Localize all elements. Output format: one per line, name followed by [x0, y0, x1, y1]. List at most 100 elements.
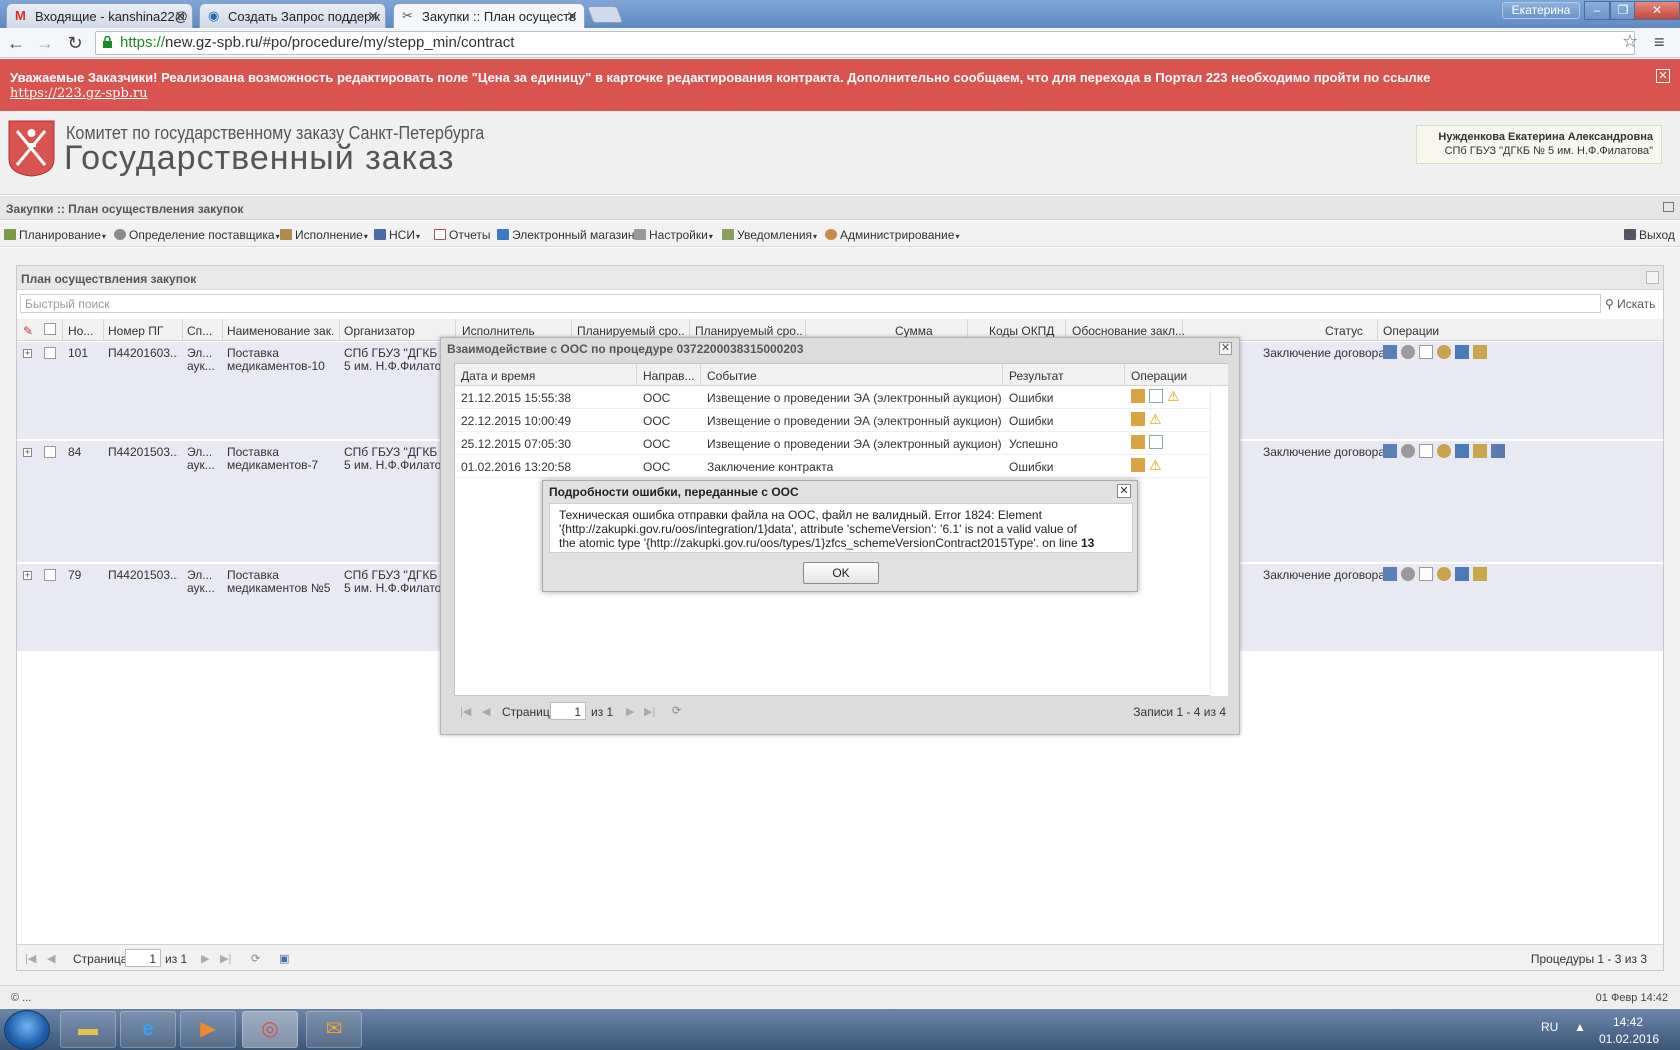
- warning-icon[interactable]: ⚠: [1149, 412, 1162, 426]
- language-indicator[interactable]: RU: [1541, 1020, 1558, 1034]
- package-icon[interactable]: [1131, 412, 1145, 426]
- chart-icon[interactable]: [1383, 345, 1397, 359]
- browser-tab-gmail[interactable]: M Входящие - kanshina22@ ✕: [6, 3, 193, 28]
- profile-button[interactable]: Екатерина: [1502, 2, 1580, 19]
- start-button[interactable]: [4, 1010, 50, 1050]
- emblem-icon[interactable]: [1437, 345, 1451, 359]
- books-icon[interactable]: [1491, 444, 1505, 458]
- document-icon[interactable]: [1419, 567, 1433, 581]
- package-icon[interactable]: [1131, 458, 1145, 472]
- document-icon[interactable]: [1419, 345, 1433, 359]
- close-icon[interactable]: ✕: [1219, 342, 1232, 355]
- media-player-icon[interactable]: ▶: [180, 1011, 236, 1048]
- close-tab-icon[interactable]: ✕: [566, 8, 578, 25]
- document-icon[interactable]: [1149, 389, 1163, 403]
- browser-tab-active[interactable]: ✂ Закупки :: План осуществ ✕: [393, 3, 585, 28]
- first-page-icon[interactable]: |◀: [460, 705, 471, 718]
- clock-date[interactable]: 01.02.2016: [1599, 1032, 1659, 1046]
- menu-supplier[interactable]: Определение поставщика▾: [114, 228, 280, 242]
- last-page-icon[interactable]: ▶|: [644, 705, 655, 718]
- next-page-icon[interactable]: ▶: [201, 952, 209, 965]
- scrollbar[interactable]: [1210, 386, 1228, 696]
- col-name[interactable]: Наименование зак...: [227, 324, 335, 338]
- scroll-icon[interactable]: [1473, 444, 1487, 458]
- close-tab-icon[interactable]: ✕: [367, 8, 379, 25]
- save-icon[interactable]: [1455, 567, 1469, 581]
- expand-icon[interactable]: +: [23, 349, 32, 358]
- prev-page-icon[interactable]: ◀: [482, 705, 490, 718]
- scroll-icon[interactable]: [1473, 345, 1487, 359]
- emblem-icon[interactable]: [1437, 444, 1451, 458]
- address-bar[interactable]: https://new.gz-spb.ru/#po/procedure/my/s…: [95, 31, 1635, 55]
- oos-row[interactable]: 25.12.2015 07:05:30 ООС Извещение о пров…: [455, 432, 1210, 455]
- banner-link[interactable]: https://223.gz-spb.ru: [10, 86, 148, 101]
- emblem-icon[interactable]: [1437, 567, 1451, 581]
- menu-planning[interactable]: Планирование▾: [4, 228, 106, 242]
- oos-row[interactable]: 22.12.2015 10:00:49 ООС Извещение о пров…: [455, 409, 1210, 432]
- expand-icon[interactable]: +: [23, 448, 32, 457]
- refresh-icon[interactable]: [1646, 271, 1659, 284]
- gear-icon[interactable]: [1401, 345, 1415, 359]
- ok-button[interactable]: OK: [803, 562, 879, 584]
- ie-icon[interactable]: e: [120, 1011, 176, 1048]
- col-organizer[interactable]: Организатор: [344, 324, 444, 338]
- first-page-icon[interactable]: |◀: [25, 952, 36, 965]
- scroll-icon[interactable]: [1473, 567, 1487, 581]
- close-tab-icon[interactable]: ✕: [174, 8, 186, 25]
- filter-clear-icon[interactable]: ✎: [23, 324, 33, 338]
- col-pg[interactable]: Номер ПГ: [108, 324, 170, 338]
- close-icon[interactable]: ✕: [1117, 484, 1131, 498]
- col-executor[interactable]: Исполнитель: [462, 324, 562, 338]
- last-page-icon[interactable]: ▶|: [220, 952, 231, 965]
- refresh-icon[interactable]: ⟳: [672, 704, 681, 717]
- col-sum[interactable]: Сумма: [895, 324, 955, 338]
- collapse-icon[interactable]: [1663, 202, 1674, 212]
- expand-icon[interactable]: +: [23, 571, 32, 580]
- oos-col-direction[interactable]: Направ...: [637, 364, 701, 386]
- page-input[interactable]: 1: [550, 702, 586, 720]
- explorer-icon[interactable]: ▬: [60, 1011, 116, 1048]
- outlook-icon[interactable]: ✉: [306, 1011, 362, 1048]
- bookmark-star-icon[interactable]: ☆: [1622, 31, 1638, 52]
- clock-time[interactable]: 14:42: [1613, 1015, 1643, 1029]
- chart-icon[interactable]: [1383, 567, 1397, 581]
- menu-nsi[interactable]: НСИ▾: [374, 228, 420, 242]
- page-input[interactable]: 1: [125, 949, 161, 967]
- oos-row[interactable]: 21.12.2015 15:55:38 ООС Извещение о пров…: [455, 386, 1210, 409]
- quick-search-input[interactable]: Быстрый поиск: [20, 294, 1601, 313]
- row-checkbox[interactable]: [44, 347, 56, 359]
- col-operations[interactable]: Операции: [1383, 324, 1463, 338]
- col-status[interactable]: Статус: [1325, 324, 1375, 338]
- package-icon[interactable]: [1131, 435, 1145, 449]
- gear-icon[interactable]: [1401, 567, 1415, 581]
- oos-row[interactable]: 01.02.2016 13:20:58 ООС Заключение контр…: [455, 455, 1210, 478]
- menu-execution[interactable]: Исполнение▾: [280, 228, 368, 242]
- menu-notifications[interactable]: Уведомления▾: [722, 228, 817, 242]
- minimize-button[interactable]: –: [1584, 1, 1610, 20]
- tray-expand-icon[interactable]: ▲: [1574, 1020, 1586, 1034]
- save-icon[interactable]: ▣: [279, 952, 289, 965]
- banner-close-icon[interactable]: ✕: [1656, 69, 1670, 83]
- back-icon[interactable]: ←: [5, 32, 27, 54]
- row-checkbox[interactable]: [44, 569, 56, 581]
- maximize-button[interactable]: ❐: [1610, 1, 1636, 20]
- new-tab-button[interactable]: [586, 6, 624, 23]
- oos-col-result[interactable]: Результат: [1003, 364, 1125, 386]
- oos-col-operations[interactable]: Операции: [1125, 364, 1228, 386]
- col-number[interactable]: Но...: [68, 324, 98, 338]
- browser-menu-icon[interactable]: ≡: [1654, 32, 1665, 53]
- close-window-button[interactable]: ✕: [1634, 1, 1680, 20]
- next-page-icon[interactable]: ▶: [626, 705, 634, 718]
- warning-icon[interactable]: ⚠: [1167, 389, 1180, 403]
- row-checkbox[interactable]: [44, 446, 56, 458]
- search-button[interactable]: ⚲ Искать: [1605, 297, 1655, 311]
- menu-eshop[interactable]: Электронный магазин: [497, 228, 634, 242]
- document-icon[interactable]: [1419, 444, 1433, 458]
- browser-tab-support[interactable]: ◉ Создать Запрос поддерж ✕: [199, 3, 386, 28]
- oos-col-event[interactable]: Событие: [701, 364, 1003, 386]
- chart-icon[interactable]: [1383, 444, 1397, 458]
- menu-reports[interactable]: Отчеты: [434, 228, 490, 242]
- save-icon[interactable]: [1455, 345, 1469, 359]
- col-planned-1[interactable]: Планируемый сро...: [577, 324, 685, 338]
- col-planned-2[interactable]: Планируемый сро...: [695, 324, 803, 338]
